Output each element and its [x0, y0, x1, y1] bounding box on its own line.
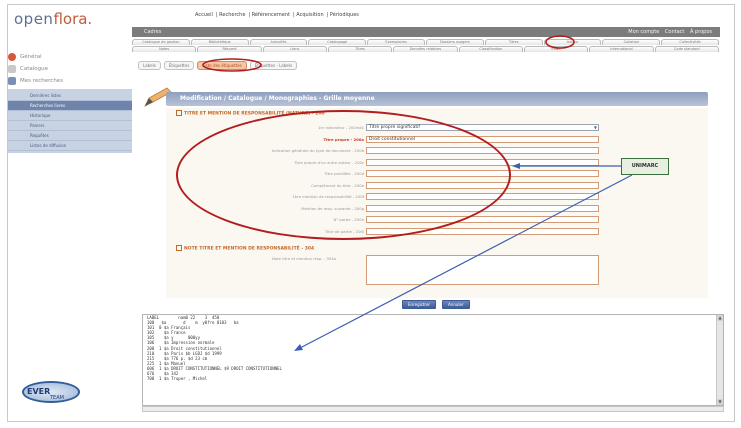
header-links: Mon compte Contact À propos: [624, 29, 712, 35]
link-contact[interactable]: Contact: [665, 29, 684, 35]
sidebar-item-dernieres-listes[interactable]: Dernières listes: [8, 91, 132, 101]
tab[interactable]: Exemplaires: [367, 39, 425, 45]
subtab-etiquettes[interactable]: Étiquettes: [163, 61, 195, 70]
general-icon: [8, 53, 16, 61]
scroll-down-icon[interactable]: ▼: [717, 399, 723, 405]
openflora-logo: openflora.: [14, 10, 124, 34]
sidebar-submenu: Dernières listes Recherches livres Histo…: [8, 89, 132, 153]
topnav-periodiques[interactable]: Périodiques: [330, 12, 359, 18]
tab[interactable]: Collectivités: [661, 39, 719, 45]
horizontal-scrollbar[interactable]: [142, 406, 724, 412]
tab[interactable]: Catalogage: [308, 39, 367, 45]
section-title-304[interactable]: NOTE TITRE ET MENTION DE RESPONSABILITÉ …: [176, 245, 314, 252]
section-title-text: NOTE TITRE ET MENTION DE RESPONSABILITÉ …: [184, 246, 315, 252]
tab[interactable]: Index: [523, 46, 589, 52]
topnav-recherche[interactable]: Recherche: [219, 12, 245, 18]
tab[interactable]: Collation: [602, 39, 661, 45]
save-button[interactable]: Enregistrer: [402, 300, 437, 309]
tab[interactable]: International: [589, 46, 654, 52]
marc-line: 700 1 $a Truper , Michel: [147, 376, 208, 382]
logo-part2: flora.: [53, 10, 93, 28]
chevron-down-icon[interactable]: ▼: [594, 125, 597, 130]
tab[interactable]: Titres: [327, 46, 393, 52]
tab[interactable]: Résumé: [197, 46, 262, 52]
sidebar-section-label: Mes recherches: [20, 78, 64, 84]
star-icon: [8, 77, 16, 85]
tab[interactable]: Données relatives: [393, 46, 458, 52]
collapse-icon[interactable]: [176, 110, 182, 116]
sidebar-item-recherches-livres[interactable]: Recherches livres: [8, 101, 132, 111]
link-a-propos[interactable]: À propos: [690, 29, 712, 35]
cancel-button[interactable]: Annuler: [442, 300, 470, 309]
subtab-etiquettes-labels[interactable]: Étiquettes - Labels: [249, 61, 298, 70]
everteam-logo: EVER TEAM: [22, 377, 82, 407]
sidebar-section-label: Catalogue: [20, 66, 48, 72]
collapse-icon[interactable]: [176, 245, 182, 251]
scroll-up-icon[interactable]: ▲: [717, 315, 723, 321]
tab[interactable]: Code standard: [654, 46, 719, 52]
vertical-scrollbar[interactable]: ▲ ▼: [716, 315, 723, 405]
tab[interactable]: Classification: [458, 46, 523, 52]
header-bar: Cadres Mon compte Contact À propos: [132, 27, 720, 37]
tab[interactable]: Auteur: [543, 39, 602, 45]
pencil-icon: [8, 65, 16, 73]
sidebar-section-catalogue[interactable]: Catalogue: [8, 63, 132, 75]
tab[interactable]: Notes: [132, 46, 197, 52]
tab-row-1: Catalogue de gestion Bibliothèque Autori…: [132, 39, 720, 46]
sidebar-section-label: Général: [20, 54, 42, 60]
link-mon-compte[interactable]: Mon compte: [628, 29, 659, 35]
page-title: Modification / Catalogue / Monographies …: [166, 92, 708, 106]
marc-lines: LABEL nam0 22 3 450 100 $a d m y0fre 8103…: [143, 315, 723, 381]
tab[interactable]: Catalogue de gestion: [132, 39, 190, 45]
sidebar-item-historique[interactable]: Historique: [8, 111, 132, 121]
sub-tabs: Labels Étiquettes Liste des étiquettes É…: [138, 61, 300, 70]
sidebar-item-listes-diffusion[interactable]: Listes de diffusion: [8, 141, 132, 151]
tab[interactable]: Dossiers usagers: [425, 39, 484, 45]
sidebar-item-paniers[interactable]: Paniers: [8, 121, 132, 131]
topnav-accueil[interactable]: Accueil: [195, 12, 213, 18]
topnav-referencement[interactable]: Référencement: [252, 12, 290, 18]
sidebar-section-recherches[interactable]: Mes recherches: [8, 75, 132, 87]
sidebar-section-general[interactable]: Général: [8, 51, 132, 63]
subtab-liste-etiquettes[interactable]: Liste des étiquettes: [197, 61, 247, 70]
logo-team: TEAM: [50, 395, 64, 401]
header-bar-label: Cadres: [144, 29, 162, 35]
logo-part1: open: [14, 10, 54, 28]
left-sidebar: Général Catalogue Mes recherches Dernièr…: [8, 51, 132, 153]
note-textarea-304a[interactable]: [366, 255, 599, 285]
tab[interactable]: Bibliothèque: [190, 39, 249, 45]
tab-row-2: Notes Résumé Liens Titres Données relati…: [132, 46, 720, 53]
tab[interactable]: Liens: [262, 46, 327, 52]
tab[interactable]: Autorités: [249, 39, 308, 45]
marc-record-view[interactable]: LABEL nam0 22 3 450 100 $a d m y0fre 8103…: [142, 314, 724, 406]
field-label-304a: Note titre et mention resp. - 304a: [272, 256, 336, 261]
top-navigation: Accueil | Recherche | Référencement | Acqui…: [195, 12, 359, 18]
topnav-acquisition[interactable]: Acquisition: [296, 12, 323, 18]
tab-titres[interactable]: Titres: [484, 39, 543, 45]
sidebar-item-requetes[interactable]: Requêtes: [8, 131, 132, 141]
form-buttons: Enregistrer Annuler: [402, 300, 476, 309]
logo-ever: EVER: [27, 387, 51, 396]
subtab-labels[interactable]: Labels: [138, 61, 161, 70]
annotation-ellipse: [176, 110, 511, 240]
unimarc-callout: UNIMARC: [621, 158, 669, 175]
